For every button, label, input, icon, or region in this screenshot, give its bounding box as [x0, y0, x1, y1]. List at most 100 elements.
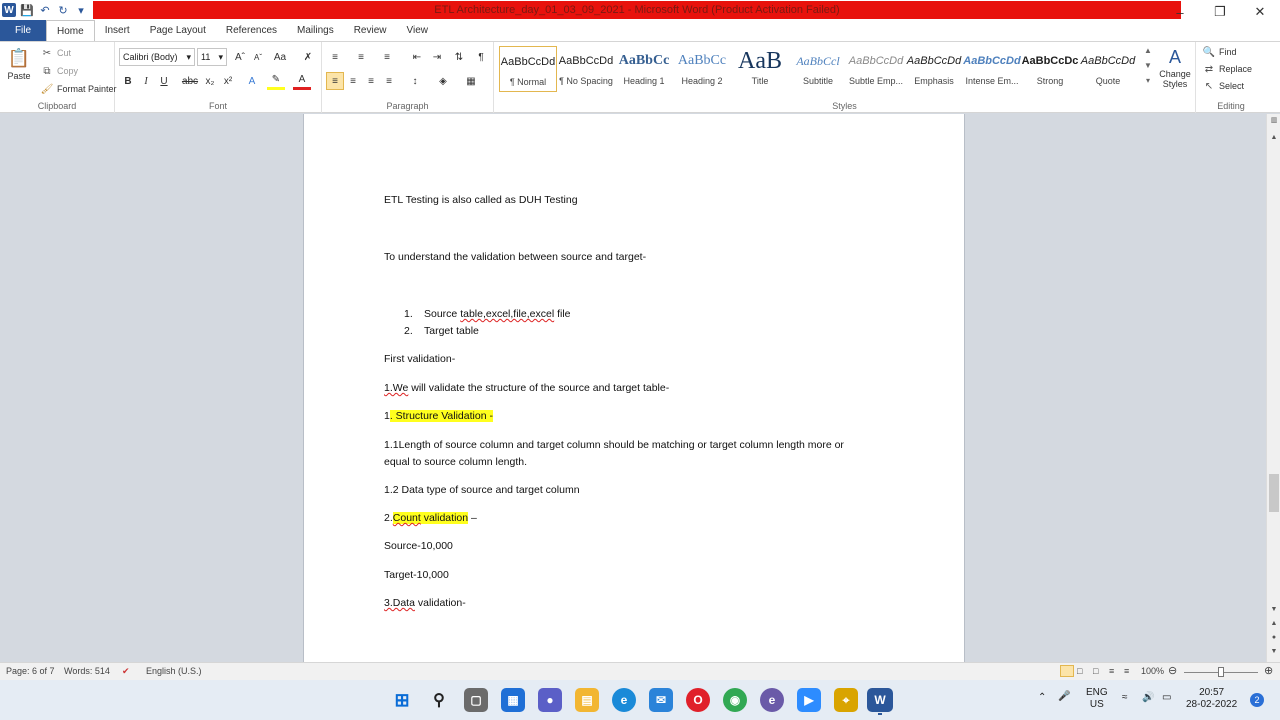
paragraph-duh-testing[interactable]: ETL Testing is also called as DUH Testin… [384, 194, 578, 206]
italic-icon[interactable]: I [137, 72, 155, 90]
paragraph-count-validation[interactable]: 2.Count validation – [384, 512, 477, 524]
tab-review[interactable]: Review [344, 20, 397, 41]
style-emphasis[interactable]: AaBbCcDd Emphasis [905, 46, 963, 92]
paragraph-length-1[interactable]: 1.1Length of source column and target co… [384, 439, 844, 451]
paragraph-understand-validation[interactable]: To understand the validation between sou… [384, 251, 646, 263]
decrease-indent-icon[interactable]: ⇤ [408, 48, 426, 66]
edge-icon[interactable]: e [612, 688, 636, 712]
paragraph-validate-structure[interactable]: 1.We will validate the structure of the … [384, 382, 669, 394]
font-size-select[interactable]: 11 ▾ [197, 48, 227, 66]
paragraph-data-validation[interactable]: 3.Data validation- [384, 597, 466, 609]
numbering-icon[interactable]: ≡ [352, 48, 370, 66]
chat-icon[interactable]: ● [538, 688, 562, 712]
styles-scroll[interactable]: ▲ ▼ ▾ [1142, 46, 1154, 85]
pilcrow-icon[interactable]: ¶ [472, 48, 490, 66]
ruler-toggle-icon[interactable]: ▥ [1267, 116, 1280, 128]
find-button[interactable]: 🔍 Find [1202, 45, 1237, 59]
borders-icon[interactable]: ▦ [462, 72, 480, 90]
zoom-out-icon[interactable]: ⊖ [1168, 664, 1177, 677]
sort-icon[interactable]: ⇅ [450, 48, 468, 66]
draft-icon[interactable]: ≡ [1124, 666, 1129, 676]
proofing-icon[interactable]: ✔ [122, 666, 130, 677]
volume-icon[interactable]: 🔊 [1142, 692, 1154, 704]
style-title[interactable]: AaB Title [731, 46, 789, 92]
font-name-select[interactable]: Calibri (Body) ▾ [119, 48, 195, 66]
style-intense-emphasis[interactable]: AaBbCcDd Intense Em... [963, 46, 1021, 92]
paragraph-target-count[interactable]: Target-10,000 [384, 569, 449, 581]
paragraph-data-type[interactable]: 1.2 Data type of source and target colum… [384, 484, 580, 496]
app-icon[interactable]: ⌖ [834, 688, 858, 712]
widgets-icon[interactable]: ▦ [501, 688, 525, 712]
next-page-icon[interactable]: ▼ [1267, 648, 1280, 660]
microphone-icon[interactable]: 🎤 [1058, 691, 1070, 703]
document-area[interactable]: ETL Testing is also called as DUH Testin… [0, 114, 1266, 662]
page-count[interactable]: Page: 6 of 7 [6, 666, 55, 676]
customize-qat-icon[interactable]: ▾ [74, 3, 88, 17]
zoom-slider-thumb[interactable] [1218, 667, 1224, 677]
format-painter-button[interactable]: 🖌 Format Painter [40, 82, 117, 96]
align-center-icon[interactable]: ≡ [344, 72, 362, 90]
paragraph-source-count[interactable]: Source-10,000 [384, 540, 453, 552]
word-count[interactable]: Words: 514 [64, 666, 110, 676]
browser-icon[interactable]: e [760, 688, 784, 712]
paragraph-structure-validation[interactable]: 1. Structure Validation - [384, 410, 493, 422]
opera-icon[interactable]: O [686, 688, 710, 712]
web-layout-icon[interactable]: □ [1093, 666, 1098, 676]
highlight-icon[interactable]: ✎ [267, 72, 285, 90]
full-screen-reading-icon[interactable]: □ [1077, 666, 1082, 676]
subscript-icon[interactable]: x₂ [201, 72, 219, 90]
redo-icon[interactable]: ↻ [56, 3, 70, 17]
chrome-icon[interactable]: ◉ [723, 688, 747, 712]
superscript-icon[interactable]: x² [219, 72, 237, 90]
paste-button[interactable]: 📋 Paste [6, 46, 32, 82]
list-item[interactable]: 1. Source table,excel,file,excel file [404, 308, 571, 320]
paragraph-first-validation[interactable]: First validation- [384, 353, 455, 365]
list-item[interactable]: 2. Target table [404, 325, 479, 337]
vertical-scrollbar[interactable]: ▥ ▲ ▼ ▲ ● ▼ [1266, 114, 1280, 662]
style-heading-2[interactable]: AaBbCc Heading 2 [673, 46, 731, 92]
style-subtle-emphasis[interactable]: AaBbCcDd Subtle Emp... [847, 46, 905, 92]
language-switch[interactable]: ENG US [1086, 687, 1108, 711]
cut-button[interactable]: ✂ Cut [40, 46, 71, 60]
grow-font-icon[interactable]: Aˆ [231, 48, 249, 66]
search-icon[interactable]: ⚲ [427, 688, 451, 712]
font-color-icon[interactable]: A [293, 72, 311, 90]
tab-insert[interactable]: Insert [95, 20, 140, 41]
windows-start-icon[interactable]: ⊞ [390, 688, 414, 712]
zoom-level[interactable]: 100% [1141, 666, 1164, 676]
text-effects-icon[interactable]: A [243, 72, 261, 90]
bold-icon[interactable]: B [119, 72, 137, 90]
zoom-in-icon[interactable]: ⊕ [1264, 664, 1273, 677]
language-indicator[interactable]: English (U.S.) [146, 666, 202, 676]
style-subtitle[interactable]: AaBbCcl Subtitle [789, 46, 847, 92]
multilevel-list-icon[interactable]: ≡ [378, 48, 396, 66]
copy-button[interactable]: ⧉ Copy [40, 64, 78, 78]
tab-page-layout[interactable]: Page Layout [140, 20, 216, 41]
save-icon[interactable]: 💾 [20, 3, 34, 17]
notification-badge[interactable]: 2 [1250, 693, 1264, 707]
outline-icon[interactable]: ≡ [1109, 666, 1114, 676]
scrollbar-thumb[interactable] [1269, 474, 1279, 512]
clock[interactable]: 20:57 28-02-2022 [1186, 687, 1237, 711]
browse-object-icon[interactable]: ● [1267, 634, 1280, 646]
tab-home[interactable]: Home [46, 20, 95, 41]
scroll-down-icon[interactable]: ▼ [1267, 606, 1280, 618]
battery-icon[interactable]: ▭ [1162, 692, 1171, 704]
file-explorer-icon[interactable]: ▤ [575, 688, 599, 712]
scroll-up-icon[interactable]: ▲ [1267, 134, 1280, 146]
print-layout-icon[interactable] [1060, 665, 1074, 677]
clear-formatting-icon[interactable]: ✗ [299, 48, 317, 66]
strikethrough-icon[interactable]: abc [181, 72, 199, 90]
tab-mailings[interactable]: Mailings [287, 20, 344, 41]
tab-file[interactable]: File [0, 20, 46, 41]
change-case-icon[interactable]: Aa [271, 48, 289, 66]
underline-icon[interactable]: U [155, 72, 173, 90]
align-left-icon[interactable]: ≡ [326, 72, 344, 90]
increase-indent-icon[interactable]: ⇥ [428, 48, 446, 66]
wifi-icon[interactable]: ≈ [1122, 692, 1128, 704]
tab-view[interactable]: View [397, 20, 439, 41]
replace-button[interactable]: ⇄ Replace [1202, 62, 1252, 76]
line-spacing-icon[interactable]: ↕ [406, 72, 424, 90]
previous-page-icon[interactable]: ▲ [1267, 620, 1280, 632]
chevron-down-icon[interactable]: ▼ [1144, 61, 1152, 70]
